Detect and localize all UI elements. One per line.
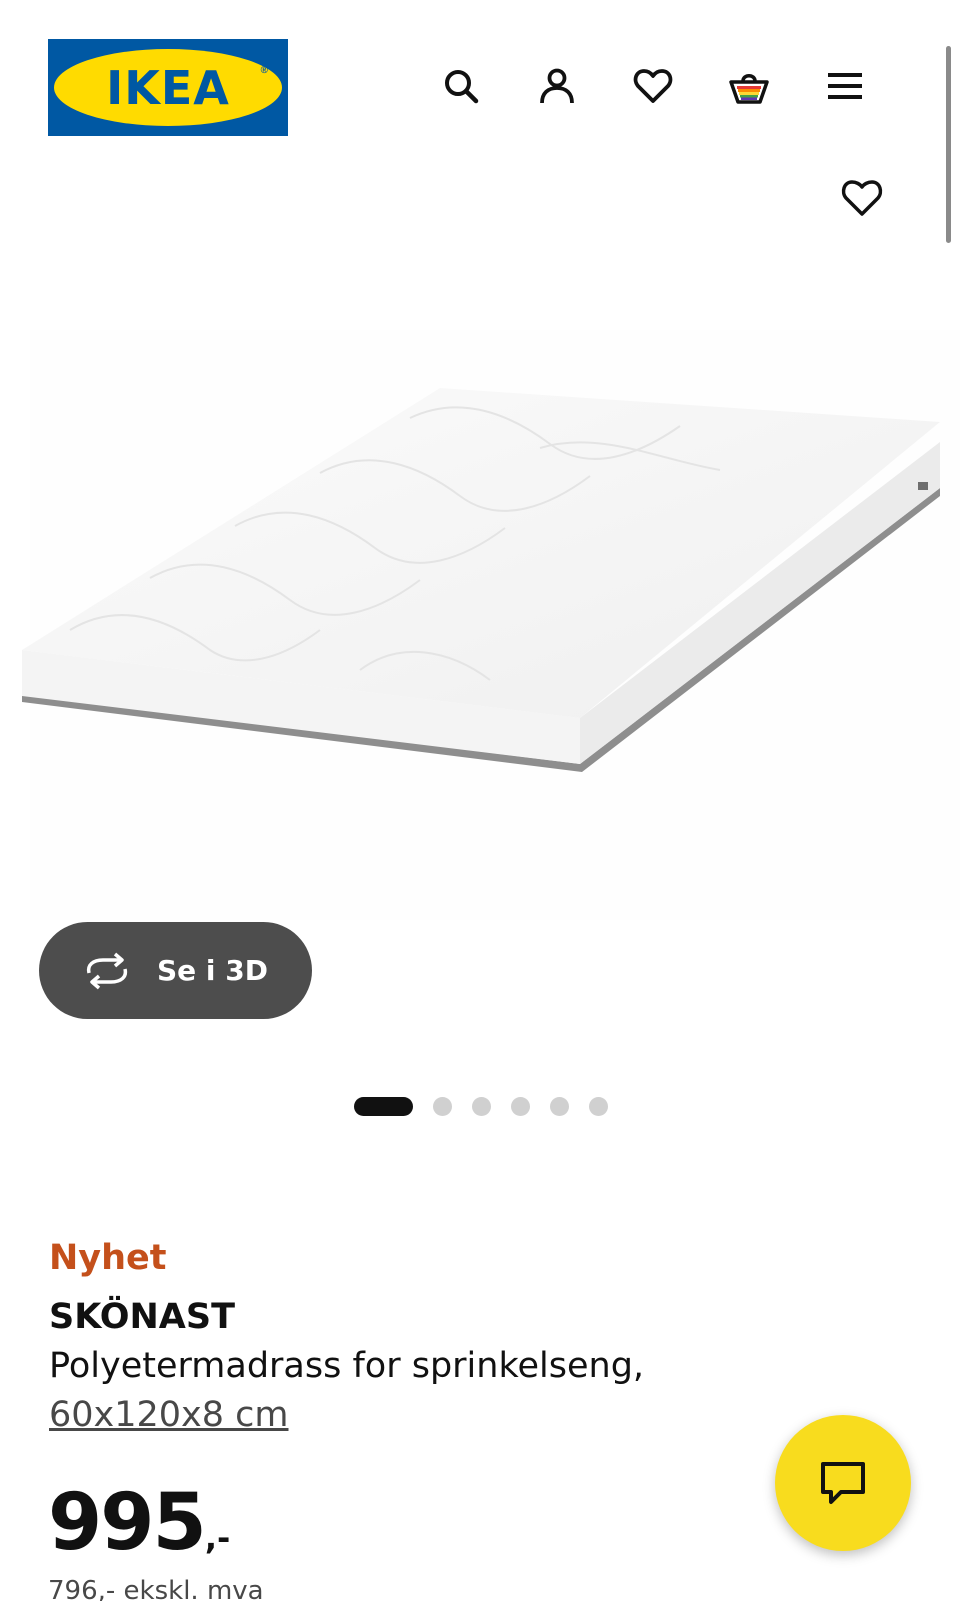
logo-registered-mark: ® [260,65,268,76]
product-image[interactable] [0,330,960,920]
product-size-link[interactable]: 60x120x8 cm [49,1395,289,1435]
favourites-icon[interactable] [629,62,677,110]
view-in-3d-label: Se i 3D [157,954,268,987]
search-icon[interactable] [437,62,485,110]
view-in-3d-button[interactable]: Se i 3D [39,922,312,1019]
price-excluding-vat: 796,- ekskl. mva [48,1576,264,1601]
carousel-dot[interactable] [433,1097,452,1116]
rotate-3d-icon [86,952,128,989]
new-badge: Nyhet [49,1238,167,1278]
menu-icon[interactable] [821,62,869,110]
chat-bubble-icon [821,1462,865,1504]
heart-outline-icon [841,180,883,216]
basket-icon[interactable] [725,62,773,110]
product-name: SKÖNAST [49,1297,235,1337]
carousel-dot[interactable] [354,1097,413,1116]
carousel-dot[interactable] [472,1097,491,1116]
price-suffix: ,- [204,1519,231,1557]
account-icon[interactable] [533,62,581,110]
image-carousel-indicator [354,1097,608,1116]
page-scrollbar[interactable] [946,46,951,243]
logo-text: IKEA [106,60,230,115]
product-description: Polyetermadrass for sprinkelseng, [49,1346,645,1386]
ikea-logo[interactable]: IKEA ® [48,39,288,136]
carousel-dot[interactable] [550,1097,569,1116]
add-to-favourites-button[interactable] [836,176,888,220]
product-price: 995 ,- [48,1478,230,1568]
carousel-dot[interactable] [589,1097,608,1116]
carousel-dot[interactable] [511,1097,530,1116]
price-integer: 995 [48,1478,207,1568]
chat-button[interactable] [775,1415,911,1551]
